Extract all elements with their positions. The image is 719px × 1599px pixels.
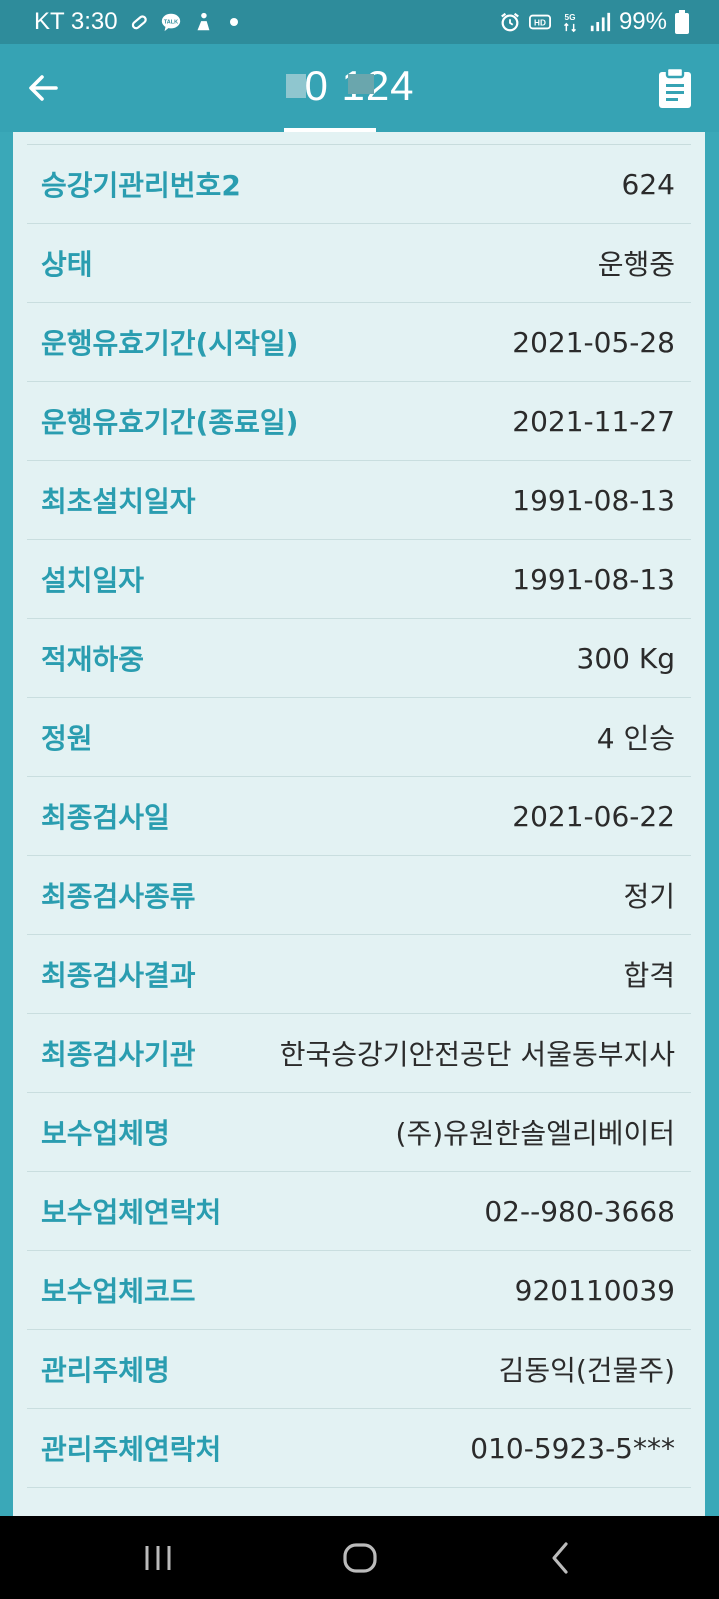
detail-row: 보수업체코드 920110039 (27, 1251, 691, 1330)
svg-text:5G: 5G (564, 13, 575, 22)
detail-label: 최종검사기관 (41, 1038, 196, 1071)
detail-label: 설치일자 (41, 564, 145, 597)
detail-row: 보수업체명 (주)유원한솔엘리베이터 (27, 1093, 691, 1172)
talk-icon: TALK (161, 13, 180, 32)
detail-value: (주)유원한솔엘리베이터 (395, 1117, 675, 1150)
detail-row: 운행유효기간(시작일) 2021-05-28 (27, 303, 691, 382)
status-left: KT 3:30 TALK (34, 8, 238, 36)
detail-row: 최종검사결과 합격 (27, 935, 691, 1014)
detail-value: 1991-08-13 (512, 562, 675, 596)
detail-row: 관리주체명 김동익(건물주) (27, 1330, 691, 1409)
detail-value: 2021-11-27 (512, 404, 675, 438)
detail-row: 최초설치일자 1991-08-13 (27, 461, 691, 540)
detail-value: 010-5923-5*** (470, 1431, 675, 1465)
detail-value: 300 Kg (576, 641, 675, 675)
link-icon (131, 15, 147, 30)
battery-percent: 99% (618, 8, 667, 35)
detail-row: 승강기관리번호2 624 (27, 145, 691, 224)
app-bar: 0 124 (0, 44, 719, 132)
detail-label: 관리주체명 (41, 1354, 170, 1387)
5g-icon: 5G (563, 13, 576, 33)
detail-row: 정원 4 인승 (27, 698, 691, 777)
detail-row: 관리주체연락처 010-5923-5*** (27, 1409, 691, 1488)
detail-row: 상태 운행중 (27, 224, 691, 303)
clipboard-icon[interactable] (655, 66, 695, 110)
person-icon (197, 12, 210, 31)
detail-list: 승강기관리번호2 624 상태 운행중 운행유효기간(시작일) 2021-05-28 운행유… (27, 144, 691, 1488)
detail-label: 관리주체연락처 (41, 1433, 222, 1466)
detail-label: 적재하중 (41, 643, 145, 676)
detail-label: 보수업체코드 (41, 1275, 196, 1308)
detail-label: 운행유효기간(종료일) (41, 406, 299, 439)
redaction-block (286, 74, 306, 98)
detail-value: 920110039 (514, 1273, 675, 1307)
detail-value: 김동익(건물주) (498, 1354, 675, 1387)
detail-value: 02--980-3668 (484, 1194, 675, 1228)
detail-value: 정기 (623, 880, 675, 913)
dot-icon (229, 18, 238, 26)
signal-icon (590, 12, 611, 32)
detail-value: 한국승강기안전공단 서울동부지사 (279, 1038, 675, 1071)
detail-label: 최초설치일자 (41, 485, 196, 518)
hd-icon: HD (528, 14, 551, 30)
navigation-bar (0, 1516, 719, 1599)
detail-row: 적재하중 300 Kg (27, 619, 691, 698)
status-bar: KT 3:30 TALK HD 5G 99% (0, 0, 719, 44)
status-right: HD 5G 99% (499, 8, 689, 36)
detail-label: 상태 (41, 248, 93, 281)
detail-value: 2021-05-28 (512, 325, 675, 359)
recent-apps-icon[interactable] (138, 1538, 178, 1578)
svg-text:TALK: TALK (163, 19, 177, 25)
detail-card: 승강기관리번호2 624 상태 운행중 운행유효기간(시작일) 2021-05-28 운행유… (13, 132, 705, 1516)
back-icon[interactable] (542, 1538, 582, 1578)
detail-label: 최종검사일 (41, 801, 170, 834)
svg-text:HD: HD (534, 19, 546, 28)
detail-label: 운행유효기간(시작일) (41, 327, 299, 360)
detail-label: 보수업체연락처 (41, 1196, 222, 1229)
battery-icon (675, 10, 689, 34)
detail-row: 최종검사종류 정기 (27, 856, 691, 935)
detail-value: 합격 (623, 959, 675, 992)
detail-value: 운행중 (597, 248, 675, 281)
detail-label: 최종검사종류 (41, 880, 196, 913)
detail-row: 보수업체연락처 02--980-3668 (27, 1172, 691, 1251)
detail-row: 최종검사일 2021-06-22 (27, 777, 691, 856)
detail-row: 설치일자 1991-08-13 (27, 540, 691, 619)
detail-value: 1991-08-13 (512, 483, 675, 517)
detail-label: 보수업체명 (41, 1117, 170, 1150)
detail-value: 624 (621, 167, 675, 201)
detail-label: 최종검사결과 (41, 959, 196, 992)
home-icon[interactable] (340, 1538, 380, 1578)
detail-label: 정원 (41, 722, 93, 755)
alarm-icon (501, 12, 519, 32)
redaction-block (348, 74, 374, 94)
detail-row: 운행유효기간(종료일) 2021-11-27 (27, 382, 691, 461)
carrier-time: KT 3:30 (34, 8, 118, 35)
detail-row: 최종검사기관 한국승강기안전공단 서울동부지사 (27, 1014, 691, 1093)
detail-value: 4 인승 (596, 722, 675, 755)
detail-value: 2021-06-22 (512, 799, 675, 833)
detail-label: 승강기관리번호2 (41, 169, 241, 202)
